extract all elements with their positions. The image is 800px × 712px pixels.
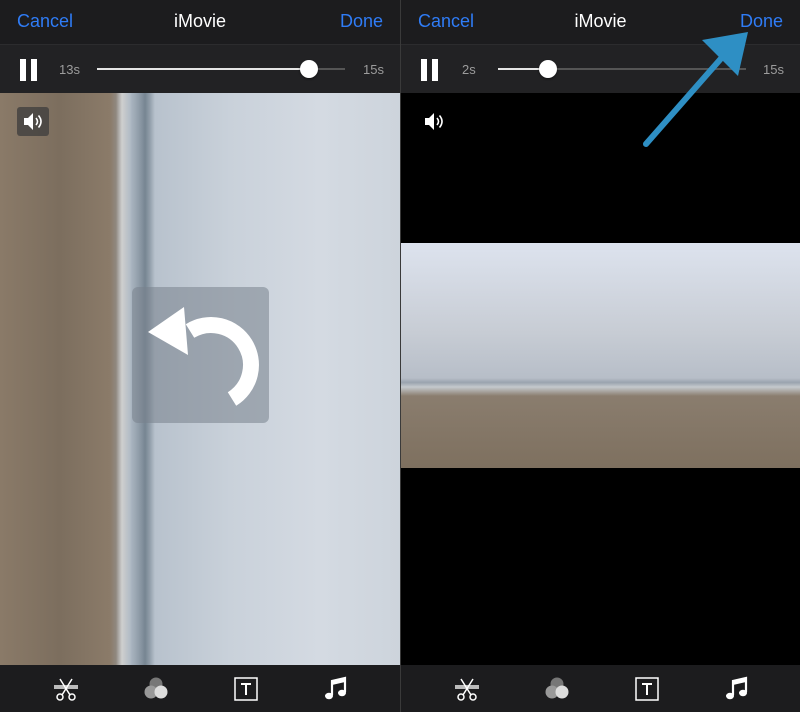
split-tool-button[interactable] [53, 676, 79, 702]
edit-toolbar [0, 665, 400, 712]
mute-button[interactable] [418, 107, 450, 136]
rotate-counterclockwise-icon [148, 307, 259, 406]
filters-tool-button[interactable] [143, 676, 169, 702]
playback-scrubber[interactable] [97, 60, 345, 78]
current-time: 2s [462, 62, 476, 77]
filters-icon [545, 677, 569, 699]
total-time: 15s [763, 62, 784, 77]
current-time: 13s [59, 62, 80, 77]
pause-button[interactable] [19, 59, 39, 81]
scissors-split-icon [54, 678, 78, 701]
rotate-gesture-overlay[interactable] [132, 287, 269, 423]
text-title-icon [635, 677, 659, 701]
done-button[interactable]: Done [340, 11, 383, 32]
music-note-icon [325, 676, 347, 700]
titles-tool-button[interactable] [634, 676, 660, 702]
audio-tool-button[interactable] [323, 676, 349, 702]
filters-tool-button[interactable] [544, 676, 570, 702]
filters-icon [144, 677, 168, 699]
split-tool-button[interactable] [454, 676, 480, 702]
playback-scrubber[interactable] [498, 60, 746, 78]
total-time: 15s [363, 62, 384, 77]
video-preview [401, 93, 800, 665]
mute-button[interactable] [17, 107, 49, 136]
edit-toolbar [401, 665, 800, 712]
playback-bar: 2s 15s [401, 44, 800, 93]
titles-tool-button[interactable] [233, 676, 259, 702]
nav-bar: Cancel iMovie Done [0, 0, 400, 44]
text-title-icon [234, 677, 258, 701]
video-frame-beach [401, 243, 800, 468]
scrubber-thumb[interactable] [538, 60, 557, 78]
right-screen: Cancel iMovie Done 2s 15s [401, 0, 800, 712]
scrubber-fill [97, 68, 310, 70]
playback-bar: 13s 15s [0, 44, 400, 93]
audio-tool-button[interactable] [724, 676, 750, 702]
scrubber-thumb[interactable] [300, 60, 319, 78]
nav-bar: Cancel iMovie Done [401, 0, 800, 44]
speaker-icon [24, 113, 42, 130]
left-screen: Cancel iMovie Done 13s 15s [0, 0, 400, 712]
pause-button[interactable] [420, 59, 440, 81]
music-note-icon [726, 676, 748, 700]
done-button[interactable]: Done [740, 11, 783, 32]
scissors-split-icon [455, 678, 479, 701]
speaker-icon [425, 113, 443, 130]
